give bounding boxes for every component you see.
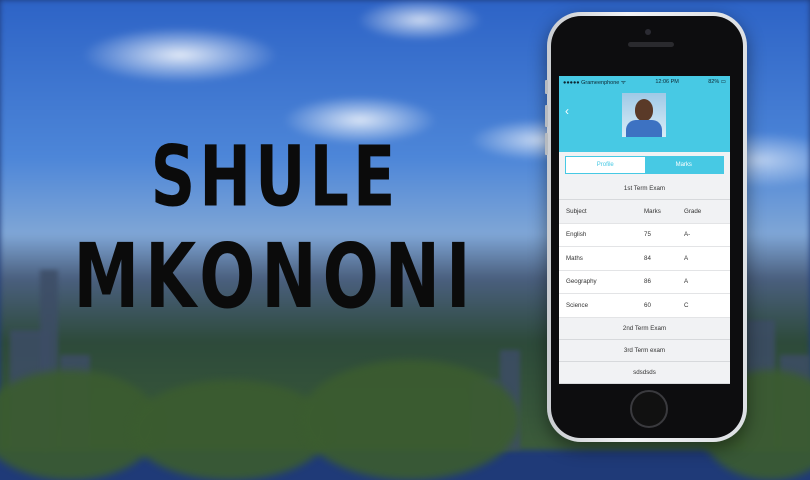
table-row: Science 60 C (559, 294, 730, 318)
table-row: Geography 86 A (559, 271, 730, 294)
subject-cell: Science (566, 301, 589, 309)
home-button[interactable] (630, 390, 668, 428)
header-marks: Marks (644, 207, 661, 215)
clock: 12:06 PM (655, 79, 679, 85)
exam-header-3rd-term[interactable]: 3rd Term exam (559, 339, 730, 362)
front-camera (645, 29, 651, 35)
profile-marks-tabs: Profile Marks (565, 156, 724, 174)
battery-indicator: 82% ▭ (708, 79, 726, 85)
app-screen: ●●●●● Grameenphone ᯤ 12:06 PM 82% ▭ ‹ Pr… (559, 76, 730, 384)
volume-down-button (545, 133, 548, 155)
app-title-line2: MKONONI (73, 224, 477, 329)
marks-cell: 86 (644, 278, 651, 286)
avatar-shirt (626, 120, 662, 137)
tab-marks[interactable]: Marks (644, 157, 723, 173)
header-grade: Grade (684, 207, 702, 215)
carrier-label: ●●●●● Grameenphone ᯤ (563, 80, 626, 86)
subject-cell: Geography (566, 278, 597, 286)
exam-header-1st-term[interactable]: 1st Term Exam (559, 178, 730, 200)
volume-up-button (545, 105, 548, 127)
table-row: Maths 84 A (559, 247, 730, 271)
subject-cell: English (566, 231, 587, 239)
status-bar: ●●●●● Grameenphone ᯤ 12:06 PM 82% ▭ (559, 76, 730, 88)
marks-cell: 84 (644, 254, 651, 262)
table-row: English 75 A- (559, 224, 730, 247)
grade-cell: A (684, 254, 689, 262)
marks-cell: 60 (644, 301, 651, 309)
subject-cell: Maths (566, 254, 583, 262)
exam-header-2nd-term[interactable]: 2nd Term Exam (559, 317, 730, 340)
marks-cell: 75 (644, 231, 651, 239)
app-title-line1: SHULE (150, 127, 400, 226)
grade-cell: C (684, 301, 689, 309)
avatar-face (635, 99, 653, 121)
exam-header-other[interactable]: sdsdsds (559, 361, 730, 384)
header-subject: Subject (566, 207, 587, 215)
avatar (622, 93, 666, 137)
mute-switch (545, 80, 548, 94)
profile-header: ‹ (559, 88, 730, 152)
tab-profile[interactable]: Profile (566, 157, 645, 173)
earpiece-speaker (628, 42, 674, 47)
back-chevron-icon[interactable]: ‹ (565, 104, 569, 118)
table-header-row: Subject Marks Grade (559, 200, 730, 224)
grade-cell: A (684, 278, 689, 286)
grade-cell: A- (684, 231, 691, 239)
marks-table: Subject Marks Grade English 75 A- Maths … (559, 200, 730, 318)
